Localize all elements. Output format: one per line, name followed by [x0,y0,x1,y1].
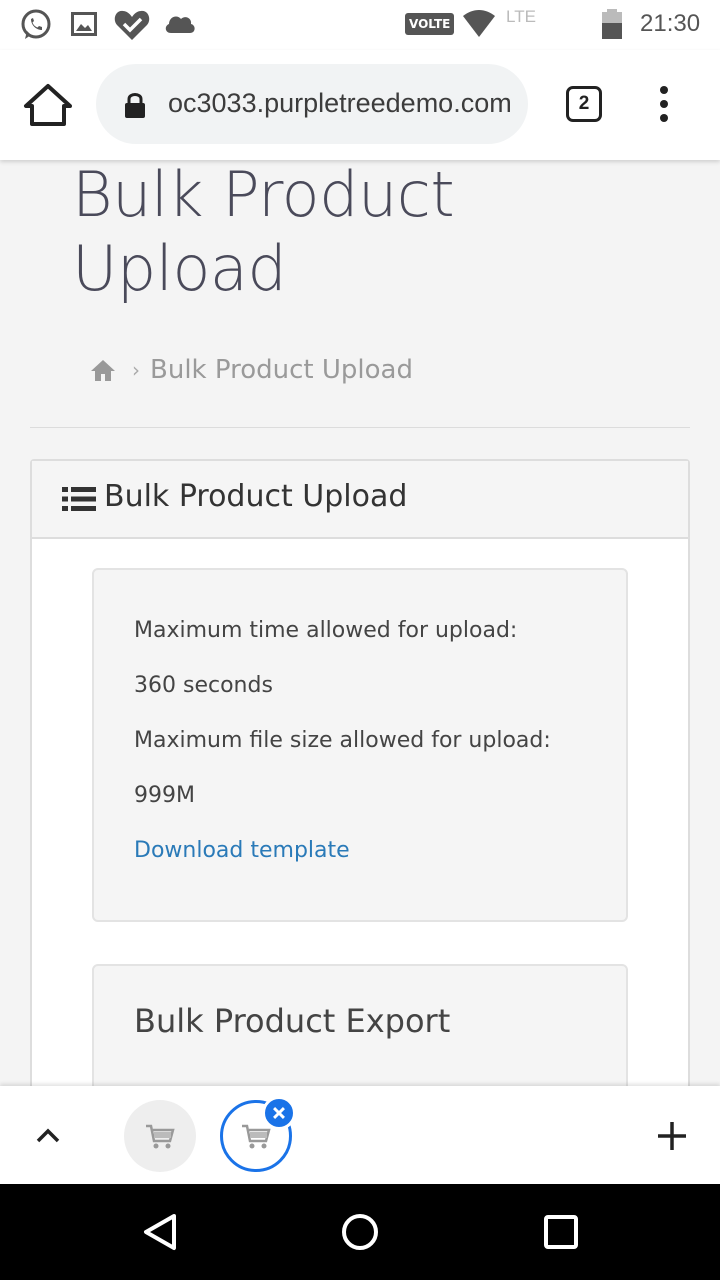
panel-heading: Bulk Product Upload [32,461,688,539]
cloud-icon [165,16,195,33]
max-time-value: 360 seconds [134,673,273,698]
upload-info-box: Maximum time allowed for upload: 360 sec… [92,568,628,922]
panel-title: Bulk Product Upload [104,479,408,514]
tab-strip [0,1086,720,1184]
breadcrumb: › Bulk Product Upload [90,352,413,388]
address-bar[interactable]: oc3033.purpletreedemo.com [96,64,528,144]
volte-badge: VOLTE [405,13,455,35]
home-icon[interactable] [22,82,74,128]
new-tab-icon[interactable] [656,1120,688,1152]
whatsapp-icon [21,9,51,39]
navigation-bar [0,1184,720,1280]
home-nav-icon[interactable] [340,1212,380,1252]
tab-thumbnail[interactable] [124,1100,196,1172]
heart-check-icon [114,10,150,40]
battery-icon [602,9,622,39]
browser-toolbar: oc3033.purpletreedemo.com 2 [0,50,720,160]
max-size-value: 999M [134,783,195,808]
wifi-icon [463,10,495,37]
url-text[interactable]: oc3033.purpletreedemo.com [168,88,512,119]
lock-icon [125,93,145,118]
cart-icon [242,1124,271,1149]
breadcrumb-separator: › [132,358,140,382]
recents-icon[interactable] [541,1212,581,1252]
gallery-icon [71,12,97,36]
upload-panel: Bulk Product Upload Maximum time allowed… [30,459,690,1164]
status-bar: VOLTE LTE 21:30 [0,0,720,50]
page-title: Bulk Product Upload [72,158,455,305]
back-icon[interactable] [140,1212,180,1252]
max-time-label: Maximum time allowed for upload: [134,618,518,643]
breadcrumb-current[interactable]: Bulk Product Upload [150,355,413,385]
network-type: LTE [506,7,536,26]
chevron-up-icon[interactable] [34,1120,62,1150]
more-options-icon[interactable] [650,84,678,124]
max-size-label: Maximum file size allowed for upload: [134,728,551,753]
export-title: Bulk Product Export [134,1002,451,1040]
cart-icon [146,1124,175,1149]
close-tab-icon[interactable] [262,1096,296,1130]
divider [30,427,690,428]
clock: 21:30 [640,10,701,37]
list-icon [62,487,96,511]
download-template-link[interactable]: Download template [134,838,350,863]
breadcrumb-home-icon[interactable] [90,358,116,382]
tab-switcher-button[interactable]: 2 [566,86,602,122]
